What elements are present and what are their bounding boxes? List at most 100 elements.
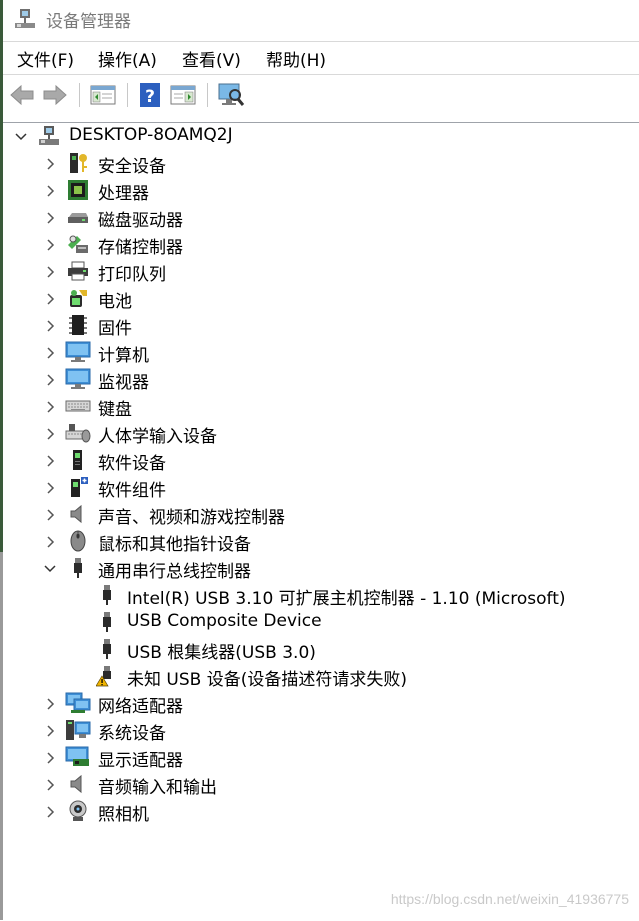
chevron-right-icon[interactable] [43,184,57,198]
firmware-icon [69,315,87,335]
tree-category[interactable]: 显示适配器 [3,744,639,771]
chevron-right-icon[interactable] [43,157,57,171]
chevron-down-icon[interactable] [14,130,28,144]
chevron-right-icon[interactable] [43,751,57,765]
chevron-right-icon[interactable] [43,724,57,738]
chevron-right-icon[interactable] [43,265,57,279]
hid-icon [65,424,91,443]
software-component-icon [71,477,88,497]
chevron-right-icon[interactable] [43,373,57,387]
category-label: 鼠标和其他指针设备 [98,535,251,555]
back-arrow-icon[interactable] [8,81,36,109]
category-label: 软件组件 [98,481,166,501]
storage-controller-icon [68,235,88,253]
keyboard-icon [65,400,91,412]
menu-help[interactable]: 帮助(H) [266,46,326,71]
forward-arrow-icon[interactable] [41,81,69,109]
chevron-right-icon[interactable] [43,481,57,495]
software-device-icon [73,450,82,470]
tree-device[interactable]: Intel(R) USB 3.10 可扩展主机控制器 - 1.10 (Micro… [3,582,639,609]
category-label: 系统设备 [98,724,166,744]
category-label: 计算机 [98,346,149,366]
tree-category[interactable]: 网络适配器 [3,690,639,717]
category-label: 人体学输入设备 [98,427,217,447]
tree-category[interactable]: 打印队列 [3,258,639,285]
chevron-down-icon[interactable] [43,562,57,576]
computer-monitor-icon [65,341,91,362]
tree-device[interactable]: USB Composite Device [3,609,639,636]
usb-warning-icon [96,666,111,687]
network-adapter-icon [65,692,91,713]
tree-device-warning[interactable]: 未知 USB 设备(设备描述符请求失败) [3,663,639,690]
usb-plug-icon [103,585,111,605]
category-label: 通用串行总线控制器 [98,562,251,582]
display-adapter-icon [65,746,89,766]
category-label: 处理器 [98,184,149,204]
tree-device[interactable]: USB 根集线器(USB 3.0) [3,636,639,663]
menu-view[interactable]: 查看(V) [182,46,241,71]
tree-category-expanded[interactable]: 通用串行总线控制器 [3,555,639,582]
chevron-right-icon[interactable] [43,292,57,306]
tree-category[interactable]: 键盘 [3,393,639,420]
tree-category[interactable]: 计算机 [3,339,639,366]
device-label: 未知 USB 设备(设备描述符请求失败) [127,670,407,690]
tree-category[interactable]: 处理器 [3,177,639,204]
chevron-right-icon[interactable] [43,427,57,441]
menu-file[interactable]: 文件(F) [17,46,74,71]
show-hide-console-tree-icon[interactable] [89,81,117,109]
chevron-right-icon[interactable] [43,697,57,711]
chevron-right-icon[interactable] [43,454,57,468]
window-title: 设备管理器 [46,12,131,32]
security-device-icon [70,153,87,173]
category-label: 固件 [98,319,132,339]
tree-category[interactable]: 安全设备 [3,150,639,177]
tree-category[interactable]: 磁盘驱动器 [3,204,639,231]
tree-category[interactable]: 软件设备 [3,447,639,474]
category-label: 照相机 [98,805,149,825]
chevron-right-icon[interactable] [43,238,57,252]
category-label: 软件设备 [98,454,166,474]
battery-icon [70,290,87,307]
menu-bar: 文件(F) 操作(A) 查看(V) 帮助(H) [3,42,639,72]
printer-icon [68,261,88,281]
scan-hardware-changes-icon[interactable] [217,81,245,109]
tree-category[interactable]: 软件组件 [3,474,639,501]
properties-pane-icon[interactable] [169,81,197,109]
tree-category[interactable]: 系统设备 [3,717,639,744]
chevron-right-icon[interactable] [43,400,57,414]
audio-io-icon [70,774,82,794]
usb-plug-icon [103,639,111,659]
tree-category[interactable]: 人体学输入设备 [3,420,639,447]
tree-category[interactable]: 照相机 [3,798,639,825]
tree-category[interactable]: 固件 [3,312,639,339]
computer-icon [39,126,59,145]
tree-root[interactable]: DESKTOP-8OAMQ2J [3,123,639,150]
category-label: 键盘 [98,400,132,420]
system-device-icon [66,720,91,740]
chevron-right-icon[interactable] [43,778,57,792]
tree-category[interactable]: 电池 [3,285,639,312]
category-label: 网络适配器 [98,697,183,717]
tree-category[interactable]: 音频输入和输出 [3,771,639,798]
chevron-right-icon[interactable] [43,508,57,522]
category-label: 存储控制器 [98,238,183,258]
svg-text:?: ? [145,87,155,107]
device-tree: DESKTOP-8OAMQ2J 安全设备 处理器 磁盘驱动器 存储控制器 打印队… [3,122,639,921]
category-label: 打印队列 [98,265,166,285]
chevron-right-icon[interactable] [43,211,57,225]
chevron-right-icon[interactable] [43,346,57,360]
toolbar-divider [79,83,80,107]
chevron-right-icon[interactable] [43,805,57,819]
toolbar-divider [127,83,128,107]
tree-category[interactable]: 鼠标和其他指针设备 [3,528,639,555]
monitor-icon [65,368,91,389]
help-icon[interactable]: ? [136,81,164,109]
category-label: 显示适配器 [98,751,183,771]
chevron-right-icon[interactable] [43,319,57,333]
tree-category[interactable]: 存储控制器 [3,231,639,258]
menu-action[interactable]: 操作(A) [98,46,157,71]
usb-plug-icon [103,612,111,632]
tree-category[interactable]: 声音、视频和游戏控制器 [3,501,639,528]
tree-category[interactable]: 监视器 [3,366,639,393]
chevron-right-icon[interactable] [43,535,57,549]
